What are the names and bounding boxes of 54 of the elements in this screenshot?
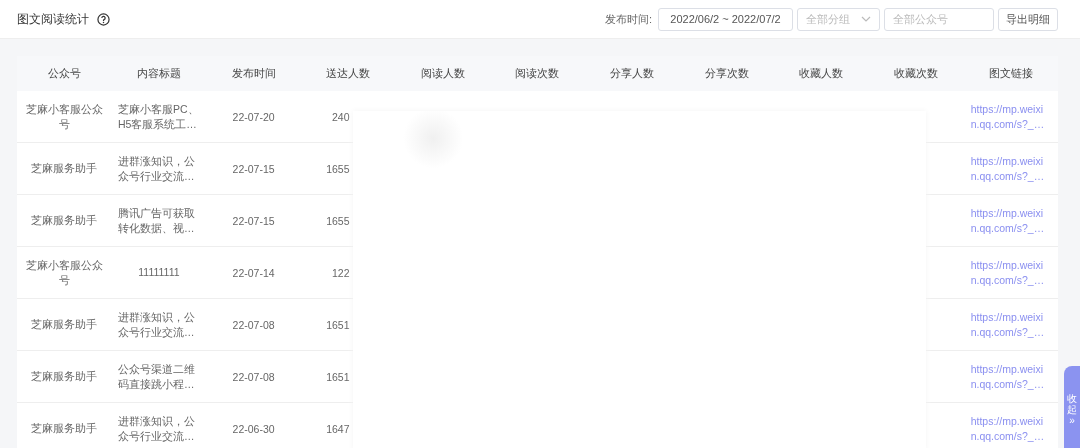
column-header: 内容标题 bbox=[136, 66, 181, 81]
group-select[interactable]: 全部分组 bbox=[797, 7, 880, 31]
table-cell: 11111111 bbox=[138, 265, 180, 280]
table-cell: 22-06-30 bbox=[232, 422, 275, 435]
column-header: 阅读人数 bbox=[420, 66, 465, 81]
article-link[interactable]: https://mp.weixin.qq.com/s?_… bbox=[970, 413, 1051, 444]
page-title: 图文阅读统计 bbox=[17, 10, 89, 28]
column-header: 收藏次数 bbox=[894, 66, 939, 81]
article-link[interactable]: https://mp.weixin.qq.com/s?_… bbox=[970, 361, 1051, 392]
table-cell: 芝麻小客服PC、H5客服系统工… bbox=[117, 101, 200, 132]
column-header: 图文链接 bbox=[988, 66, 1033, 81]
table-cell: 22-07-08 bbox=[232, 370, 275, 383]
table-cell: 22-07-15 bbox=[232, 162, 275, 175]
table-cell: 22-07-15 bbox=[232, 214, 275, 227]
help-icon[interactable] bbox=[97, 12, 110, 26]
table-cell: 1655 bbox=[326, 214, 350, 227]
article-link[interactable]: https://mp.weixin.qq.com/s?_… bbox=[970, 257, 1051, 288]
collapse-tab[interactable]: 收起 » bbox=[1064, 366, 1080, 448]
date-range-field[interactable]: 2022/06/2 ~ 2022/07/2 bbox=[658, 7, 793, 31]
article-link[interactable]: https://mp.weixin.qq.com/s?_… bbox=[970, 101, 1051, 132]
table-cell: 22-07-20 bbox=[232, 110, 275, 123]
column-header: 分享次数 bbox=[704, 66, 749, 81]
table-cell-text: 芝麻小客服公众号 bbox=[24, 257, 104, 288]
table-cell: 1647 bbox=[326, 422, 350, 435]
column-header: 公众号 bbox=[47, 66, 81, 81]
table-cell: 芝麻服务助手 bbox=[31, 317, 98, 332]
table-cell-text: 腾讯广告可获取转化数据、视… bbox=[117, 205, 196, 236]
table-cell-text: 进群涨知识，公众号行业交流… bbox=[117, 309, 196, 340]
chevron-down-icon bbox=[861, 16, 871, 22]
column-header: 分享人数 bbox=[610, 66, 655, 81]
table-cell: 芝麻服务助手 bbox=[31, 421, 98, 436]
table-cell: 芝麻服务助手 bbox=[31, 213, 98, 228]
table-cell: 1651 bbox=[326, 318, 350, 331]
article-link[interactable]: https://mp.weixin.qq.com/s?_… bbox=[970, 153, 1051, 184]
table-cell: 芝麻服务助手 bbox=[31, 161, 98, 176]
column-header: 发布时间 bbox=[231, 66, 276, 81]
table-cell-text: 公众号渠道二维码直接跳小程… bbox=[117, 361, 196, 392]
date-label: 发布时间: bbox=[604, 11, 652, 27]
column-header: 阅读次数 bbox=[515, 66, 560, 81]
column-header: 收藏人数 bbox=[799, 66, 844, 81]
table-cell: 22-07-14 bbox=[232, 266, 275, 279]
export-button[interactable]: 导出明细 bbox=[998, 7, 1058, 31]
table-cell: 122 bbox=[332, 266, 350, 279]
table-cell-text: 芝麻小客服公众号 bbox=[24, 101, 104, 132]
table-cell: 1655 bbox=[326, 162, 350, 175]
table-cell: 240 bbox=[332, 110, 350, 123]
table-cell-text: 进群涨知识，公众号行业交流… bbox=[117, 413, 196, 444]
article-link[interactable]: https://mp.weixin.qq.com/s?_… bbox=[970, 205, 1051, 236]
table-cell: 1651 bbox=[326, 370, 350, 383]
column-header: 送达人数 bbox=[326, 66, 371, 81]
article-link[interactable]: https://mp.weixin.qq.com/s?_… bbox=[970, 309, 1051, 340]
table-cell-text: 进群涨知识，公众号行业交流… bbox=[117, 153, 196, 184]
table-cell: 芝麻服务助手 bbox=[31, 369, 98, 384]
table-cell: 22-07-08 bbox=[232, 318, 275, 331]
